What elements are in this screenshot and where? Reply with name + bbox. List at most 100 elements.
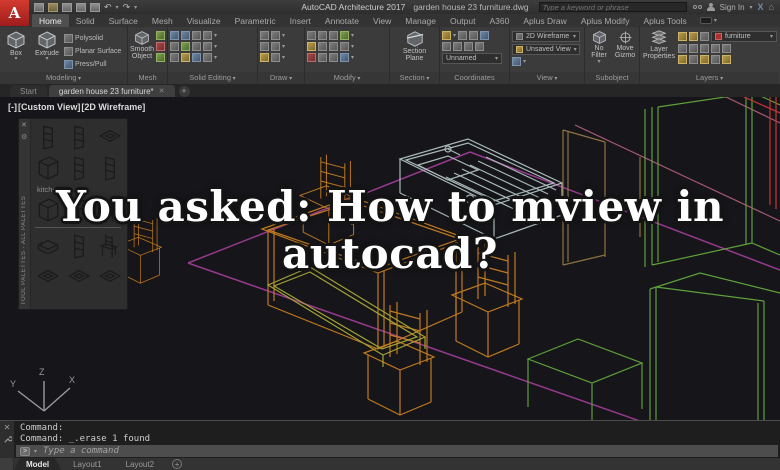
tab-view[interactable]: View bbox=[366, 14, 398, 27]
layer-unlock-icon[interactable] bbox=[722, 55, 731, 64]
redo-icon[interactable]: ↷ bbox=[123, 2, 131, 12]
tab-output[interactable]: Output bbox=[443, 14, 483, 27]
tab-surface[interactable]: Surface bbox=[102, 14, 145, 27]
command-customize-wrench-icon[interactable] bbox=[3, 435, 12, 444]
exchange-apps-icon[interactable]: X bbox=[758, 2, 764, 12]
tab-aplus-modify[interactable]: Aplus Modify bbox=[574, 14, 637, 27]
imprint-icon[interactable] bbox=[181, 53, 190, 62]
planar-surface-button[interactable]: Planar Surface bbox=[64, 45, 121, 57]
panel-label-solid-editing[interactable]: Solid Editing bbox=[168, 72, 257, 84]
rotate-icon[interactable] bbox=[318, 31, 327, 40]
move-gizmo-button[interactable]: Move Gizmo bbox=[613, 29, 637, 72]
panel-label-layers[interactable]: Layers bbox=[640, 72, 779, 84]
layer-on-icon[interactable] bbox=[678, 32, 687, 41]
separate-icon[interactable] bbox=[203, 42, 212, 51]
layer-dropdown[interactable]: furniture bbox=[711, 31, 777, 42]
tab-mesh[interactable]: Mesh bbox=[145, 14, 180, 27]
solid-editing-dd2-icon[interactable] bbox=[214, 43, 217, 50]
mesh-refine-icon[interactable] bbox=[156, 31, 165, 40]
mirror-icon[interactable] bbox=[307, 42, 316, 51]
panel-label-modify[interactable]: Modify bbox=[305, 72, 389, 84]
explode-icon[interactable] bbox=[329, 42, 338, 51]
solid-editing-dd3-icon[interactable] bbox=[214, 54, 217, 61]
palette-close-icon[interactable]: ✕ bbox=[21, 121, 27, 129]
shell-icon[interactable] bbox=[170, 53, 179, 62]
panel-label-draw[interactable]: Draw bbox=[258, 72, 304, 84]
tab-solid[interactable]: Solid bbox=[69, 14, 102, 27]
record-icon[interactable] bbox=[699, 17, 712, 24]
layer-walk-icon[interactable] bbox=[678, 55, 687, 64]
tab-a360[interactable]: A360 bbox=[482, 14, 516, 27]
ribbon-options-icon[interactable] bbox=[714, 17, 717, 24]
slice-icon[interactable] bbox=[203, 31, 212, 40]
file-tab-close-icon[interactable]: ✕ bbox=[159, 87, 165, 95]
copy-icon[interactable] bbox=[340, 31, 349, 40]
tab-insert[interactable]: Insert bbox=[283, 14, 318, 27]
erase-icon[interactable] bbox=[307, 53, 316, 62]
interfere-icon[interactable] bbox=[192, 53, 201, 62]
layer-off-icon[interactable] bbox=[700, 44, 709, 53]
ucs-name-dropdown[interactable]: Unnamed bbox=[442, 53, 502, 64]
palette-item-base-cabinet[interactable] bbox=[35, 154, 61, 182]
application-menu-button[interactable]: A bbox=[0, 0, 29, 26]
palette-item-shelf-unit[interactable] bbox=[97, 154, 123, 182]
plot-icon[interactable] bbox=[90, 2, 100, 12]
layer-vpfreeze-icon[interactable] bbox=[689, 55, 698, 64]
solid-editing-dd1-icon[interactable] bbox=[214, 32, 217, 39]
hatch-icon[interactable] bbox=[271, 53, 280, 62]
open-file-icon[interactable] bbox=[48, 2, 58, 12]
mesh-crease-icon[interactable] bbox=[156, 42, 165, 51]
layer-freeze-icon[interactable] bbox=[689, 44, 698, 53]
extrude-face-icon[interactable] bbox=[192, 42, 201, 51]
layer-properties-button[interactable]: Layer Properties bbox=[642, 29, 676, 72]
stretch-icon[interactable] bbox=[340, 42, 349, 51]
line-icon[interactable] bbox=[260, 31, 269, 40]
new-layout-button[interactable]: + bbox=[172, 459, 183, 469]
fillet-icon[interactable] bbox=[318, 42, 327, 51]
ucs-x-icon[interactable] bbox=[442, 42, 451, 51]
ucs-face-icon[interactable] bbox=[475, 42, 484, 51]
tab-aplus-draw[interactable]: Aplus Draw bbox=[516, 14, 573, 27]
polysolid-button[interactable]: Polysolid bbox=[64, 32, 121, 44]
search-input[interactable] bbox=[538, 2, 687, 12]
command-autocomplete-icon[interactable]: > bbox=[20, 446, 30, 456]
panel-label-coordinates[interactable]: Coordinates bbox=[440, 72, 509, 84]
trim-icon[interactable] bbox=[329, 31, 338, 40]
mesh-smooth-more-icon[interactable] bbox=[156, 53, 165, 62]
named-view-dropdown[interactable]: Unsaved View bbox=[512, 44, 580, 55]
panel-label-mesh[interactable]: Mesh bbox=[128, 72, 167, 84]
draw-dd3-icon[interactable] bbox=[282, 54, 285, 61]
press-pull-button[interactable]: Press/Pull bbox=[64, 58, 121, 70]
tool-palettes-titlebar[interactable]: ✕ ⚙ TOOL PALETTES - ALL PALETTES bbox=[19, 119, 31, 309]
new-drawing-button[interactable]: + bbox=[178, 86, 190, 97]
palette-item-sink-top[interactable] bbox=[97, 123, 123, 151]
union-icon[interactable] bbox=[170, 31, 179, 40]
layer-delete-icon[interactable] bbox=[711, 55, 720, 64]
panel-label-modeling[interactable]: Modeling bbox=[0, 72, 127, 84]
subtract-icon[interactable] bbox=[181, 31, 190, 40]
tab-home[interactable]: Home bbox=[32, 14, 69, 27]
panel-label-view[interactable]: View bbox=[510, 72, 584, 84]
file-tab-start[interactable]: Start bbox=[10, 85, 47, 97]
arc-icon[interactable] bbox=[271, 31, 280, 40]
palette-item-drawer-cabinet[interactable] bbox=[66, 154, 92, 182]
rectangle-icon[interactable] bbox=[260, 53, 269, 62]
viewport-style-control[interactable]: [2D Wireframe] bbox=[81, 102, 145, 112]
sign-in-button[interactable]: Sign In bbox=[720, 3, 745, 12]
sign-in-dropdown-icon[interactable] bbox=[750, 4, 753, 11]
circle-icon[interactable] bbox=[260, 42, 269, 51]
command-recent-icon[interactable] bbox=[34, 448, 37, 455]
move-icon[interactable] bbox=[307, 31, 316, 40]
coordinates-dd1-icon[interactable] bbox=[453, 32, 456, 39]
ucs-origin-icon[interactable] bbox=[469, 31, 479, 40]
ucs-z-icon[interactable] bbox=[464, 42, 473, 51]
viewport-menu-control[interactable]: [-] bbox=[8, 102, 17, 112]
panel-label-subobject[interactable]: Subobject bbox=[585, 72, 639, 84]
draw-dd2-icon[interactable] bbox=[282, 43, 285, 50]
viewport-view-control[interactable]: [Custom View] bbox=[18, 102, 80, 112]
tab-layout1[interactable]: Layout1 bbox=[61, 458, 113, 470]
palette-item-narrow-cabinet[interactable] bbox=[66, 123, 92, 151]
tab-layout2[interactable]: Layout2 bbox=[114, 458, 166, 470]
file-tab-active-document[interactable]: garden house 23 furniture* ✕ bbox=[48, 85, 175, 97]
smooth-object-button[interactable]: Smooth Object bbox=[130, 29, 154, 72]
